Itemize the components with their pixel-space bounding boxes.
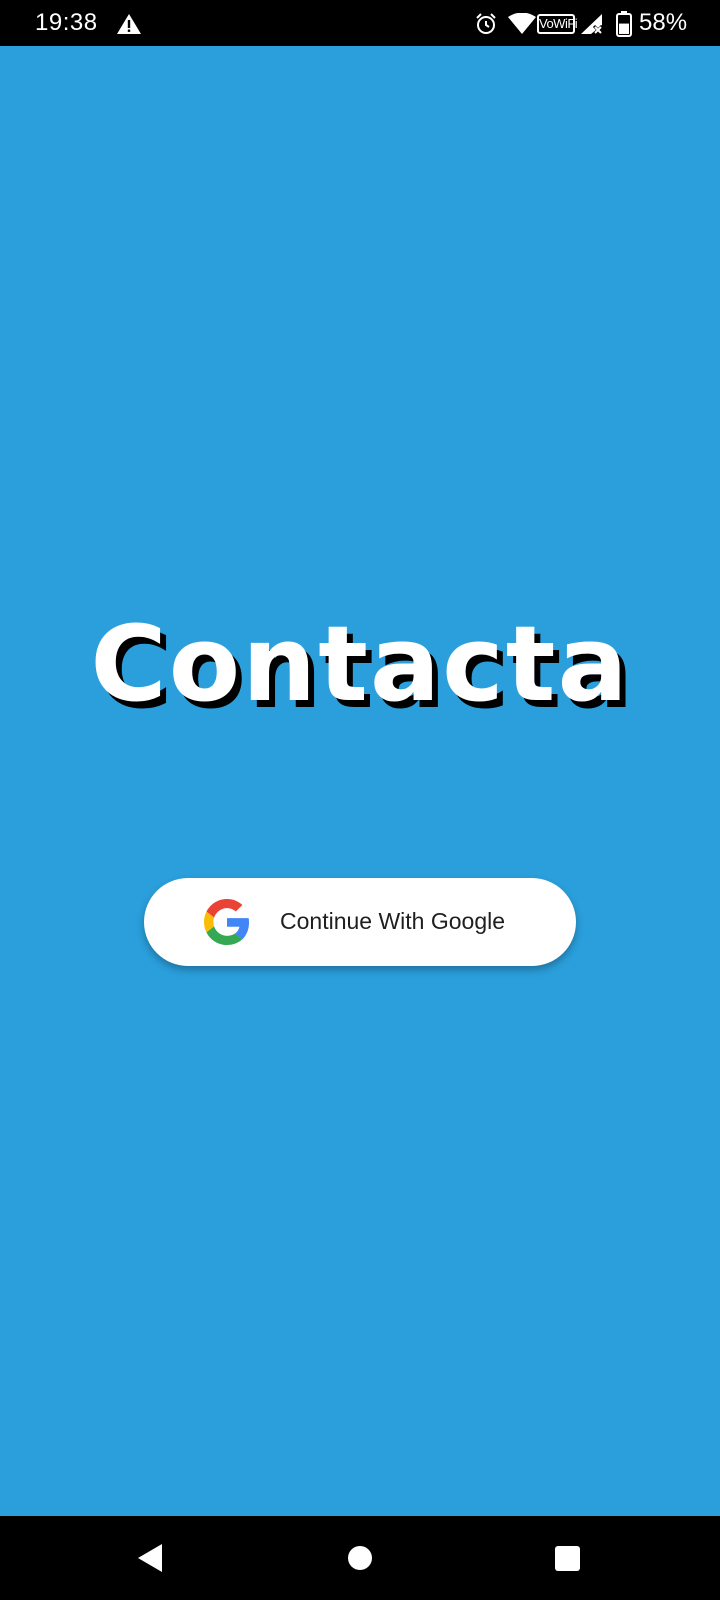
login-screen: 19:38 VoWiFi 58% Contacta Continue With … (0, 0, 720, 1600)
recents-button-icon[interactable] (554, 1545, 581, 1572)
status-time: 19:38 (35, 9, 98, 36)
warning-icon (117, 14, 141, 34)
continue-with-google-button[interactable]: Continue With Google (144, 878, 576, 966)
status-bar: 19:38 VoWiFi 58% (0, 0, 720, 46)
back-button-icon[interactable] (136, 1542, 164, 1574)
signal-no-service-icon (581, 14, 604, 35)
wifi-icon (508, 13, 536, 34)
app-title: Contacta (90, 603, 630, 725)
vowifi-badge: VoWiFi (537, 14, 578, 34)
navigation-bar (0, 1516, 720, 1600)
battery-icon (616, 11, 632, 37)
google-logo-icon (204, 899, 250, 945)
home-button-icon[interactable] (347, 1545, 373, 1571)
google-button-label: Continue With Google (280, 908, 506, 934)
alarm-icon (476, 13, 496, 34)
battery-percent: 58% (639, 9, 688, 36)
